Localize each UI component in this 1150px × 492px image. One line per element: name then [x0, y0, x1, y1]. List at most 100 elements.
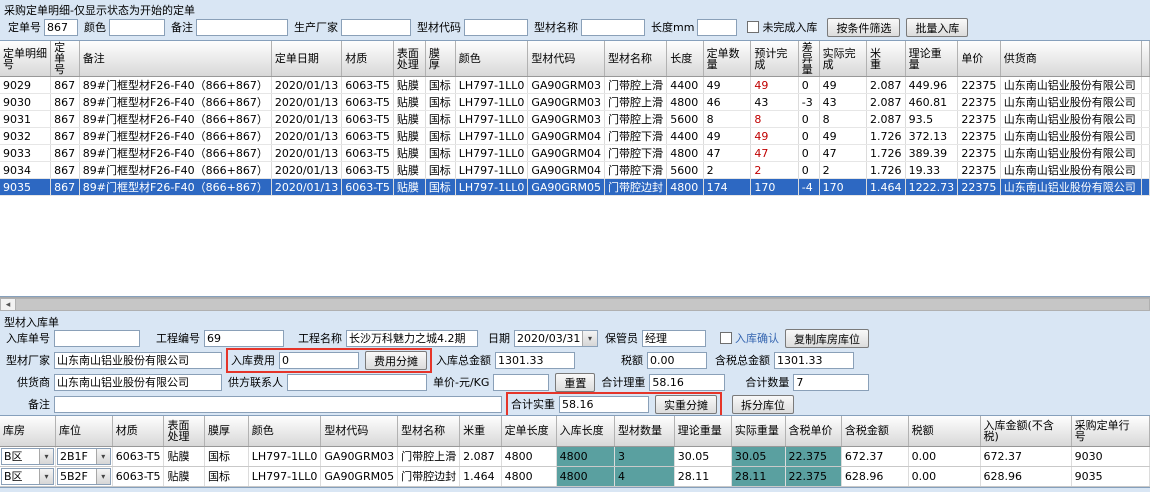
column-header[interactable]: 颜色	[248, 416, 321, 446]
filter-input-3[interactable]	[341, 19, 411, 36]
actual-weight-share-button[interactable]: 实重分摊	[655, 395, 717, 414]
date-input[interactable]: 2020/03/31 ▾	[514, 330, 598, 347]
column-header[interactable]: 型材代码	[321, 416, 398, 446]
column-header[interactable]: 表面处理	[393, 41, 425, 77]
column-header[interactable]: 型材名称	[398, 416, 460, 446]
cell[interactable]: 3	[615, 446, 675, 466]
column-header[interactable]: 型材名称	[605, 41, 667, 77]
tax-total-input[interactable]	[774, 352, 854, 369]
column-header[interactable]: 含税单价	[785, 416, 841, 446]
column-header[interactable]: 含税金额	[841, 416, 908, 446]
column-header[interactable]: 理论重量	[674, 416, 731, 446]
total-theory-weight-input[interactable]	[649, 374, 725, 391]
factory-input[interactable]	[54, 352, 222, 369]
column-header[interactable]: 预计完成	[751, 41, 798, 77]
cell[interactable]: 4	[615, 466, 675, 486]
location-combo[interactable]: 5B2F▾	[56, 466, 113, 486]
filter-by-condition-button[interactable]: 按条件筛选	[827, 18, 900, 37]
column-header[interactable]	[1142, 41, 1150, 77]
column-header[interactable]: 单价	[958, 41, 1000, 77]
column-header[interactable]: 备注	[79, 41, 271, 77]
remark-input[interactable]	[54, 396, 502, 413]
project-name-input[interactable]	[346, 330, 478, 347]
column-header[interactable]: 定单数量	[703, 41, 751, 77]
reset-button[interactable]: 重置	[555, 373, 595, 392]
warehouse-combo[interactable]: B区▾	[0, 446, 56, 466]
table-row[interactable]: 903586789#门框型材F26-F40（866+867）2020/01/13…	[0, 179, 1150, 196]
combo-box[interactable]: B区▾	[1, 448, 54, 465]
batch-inbound-button[interactable]: 批量入库	[906, 18, 968, 37]
combo-box[interactable]: B区▾	[1, 468, 54, 485]
cell[interactable]: 30.05	[731, 446, 785, 466]
table-row[interactable]: 903486789#门框型材F26-F40（866+867）2020/01/13…	[0, 162, 1150, 179]
filter-input-0[interactable]	[44, 19, 78, 36]
column-header[interactable]: 颜色	[455, 41, 528, 77]
column-header[interactable]: 材质	[342, 41, 394, 77]
column-header[interactable]: 入库金额(不含税)	[980, 416, 1071, 446]
column-header[interactable]: 型材代码	[528, 41, 605, 77]
column-header[interactable]: 税额	[908, 416, 980, 446]
column-header[interactable]: 膜厚	[425, 41, 455, 77]
filter-input-4[interactable]	[464, 19, 528, 36]
supplier-input[interactable]	[54, 374, 222, 391]
inbound-total-input[interactable]	[495, 352, 575, 369]
project-no-input[interactable]	[204, 330, 284, 347]
column-header[interactable]: 供货商	[1000, 41, 1141, 77]
column-header[interactable]: 理论重量	[905, 41, 958, 77]
filter-input-1[interactable]	[109, 19, 165, 36]
inbound-confirm-checkbox[interactable]	[720, 332, 732, 344]
table-row[interactable]: 903286789#门框型材F26-F40（866+867）2020/01/13…	[0, 128, 1150, 145]
cell[interactable]: 4800	[556, 466, 614, 486]
table-row[interactable]: B区▾5B2F▾6063-T5贴膜国标LH797-1LL0GA90GRM05门带…	[0, 466, 1150, 486]
combo-box[interactable]: 2B1F▾	[57, 448, 111, 465]
column-header[interactable]: 表面处理	[164, 416, 205, 446]
cell[interactable]: 28.11	[731, 466, 785, 486]
table-row[interactable]: B区▾2B1F▾6063-T5贴膜国标LH797-1LL0GA90GRM03门带…	[0, 446, 1150, 466]
column-header[interactable]: 实际完成	[819, 41, 866, 77]
column-header[interactable]: 米重	[867, 41, 906, 77]
column-header[interactable]: 材质	[112, 416, 164, 446]
table-row[interactable]: 902986789#门框型材F26-F40（866+867）2020/01/13…	[0, 77, 1150, 94]
column-header[interactable]: 库位	[56, 416, 113, 446]
table-row[interactable]: 903086789#门框型材F26-F40（866+867）2020/01/13…	[0, 94, 1150, 111]
scroll-left-button[interactable]: ◂	[0, 298, 16, 311]
column-header[interactable]: 型材数量	[615, 416, 675, 446]
horizontal-scrollbar[interactable]: ◂	[0, 297, 1150, 311]
filter-input-2[interactable]	[196, 19, 288, 36]
column-header[interactable]: 定单明细号	[0, 41, 51, 77]
supplier-contact-input[interactable]	[287, 374, 427, 391]
column-header[interactable]: 库房	[0, 416, 56, 446]
chevron-down-icon[interactable]: ▾	[39, 449, 53, 464]
copy-warehouse-location-button[interactable]: 复制库房库位	[785, 329, 869, 348]
fee-share-button[interactable]: 费用分摊	[365, 351, 427, 370]
column-header[interactable]: 实际重量	[731, 416, 785, 446]
scrollbar-thumb[interactable]	[16, 298, 1150, 311]
chevron-down-icon[interactable]: ▾	[39, 469, 53, 484]
table-row[interactable]: 903386789#门框型材F26-F40（866+867）2020/01/13…	[0, 145, 1150, 162]
filter-input-6[interactable]	[697, 19, 737, 36]
combo-box[interactable]: 5B2F▾	[57, 468, 111, 485]
column-header[interactable]: 差异量	[798, 41, 819, 77]
split-location-button[interactable]: 拆分库位	[732, 395, 794, 414]
table-row[interactable]: 903186789#门框型材F26-F40（866+867）2020/01/13…	[0, 111, 1150, 128]
chevron-down-icon[interactable]: ▾	[96, 469, 110, 484]
location-combo[interactable]: 2B1F▾	[56, 446, 113, 466]
warehouse-combo[interactable]: B区▾	[0, 466, 56, 486]
filter-input-5[interactable]	[581, 19, 645, 36]
inbound-no-input[interactable]	[54, 330, 140, 347]
fee-input[interactable]	[279, 352, 359, 369]
column-header[interactable]: 米重	[460, 416, 502, 446]
unfinished-inbound-checkbox[interactable]	[747, 21, 759, 33]
total-qty-input[interactable]	[793, 374, 869, 391]
cell[interactable]: 22.375	[785, 466, 841, 486]
column-header[interactable]: 定单长度	[501, 416, 556, 446]
tax-input[interactable]	[647, 352, 707, 369]
column-header[interactable]: 采购定单行号	[1071, 416, 1149, 446]
column-header[interactable]: 定单号	[51, 41, 80, 77]
calendar-dropdown-icon[interactable]: ▾	[582, 331, 597, 346]
total-actual-weight-input[interactable]	[559, 396, 649, 413]
chevron-down-icon[interactable]: ▾	[96, 449, 110, 464]
column-header[interactable]: 长度	[667, 41, 703, 77]
unit-price-input[interactable]	[493, 374, 549, 391]
column-header[interactable]: 定单日期	[271, 41, 341, 77]
